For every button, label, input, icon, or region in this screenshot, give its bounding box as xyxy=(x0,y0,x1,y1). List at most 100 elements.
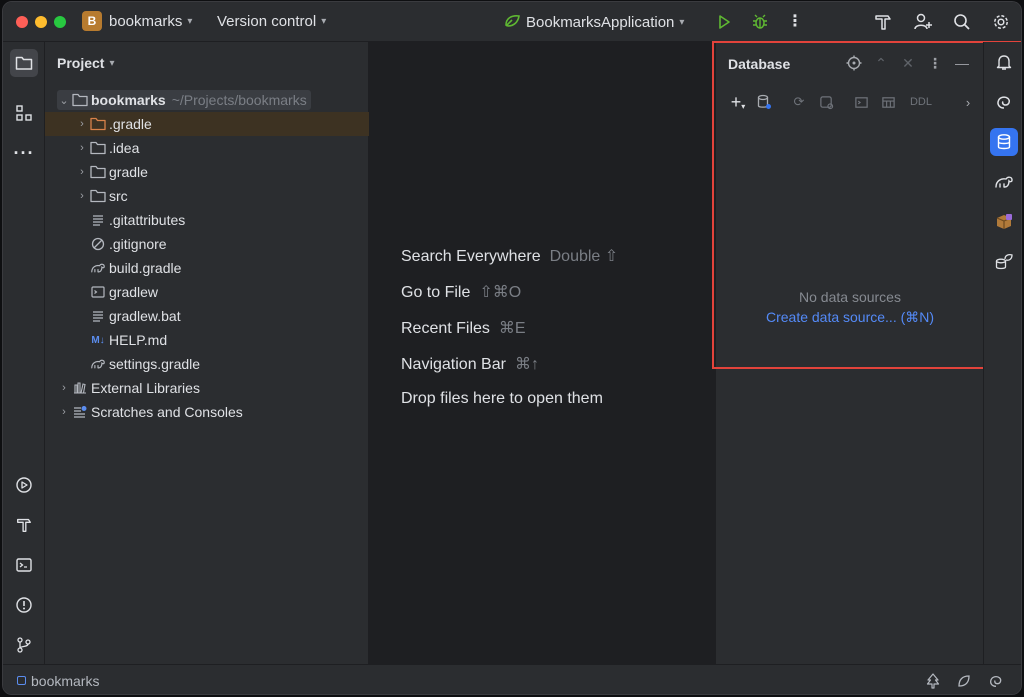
more-actions-button[interactable]: ⋮ xyxy=(784,11,806,33)
gradle-tool-button[interactable] xyxy=(990,168,1018,196)
chevron-right-icon[interactable]: › xyxy=(75,190,89,202)
tree-row-root[interactable]: ⌄ bookmarks ~/Projects/bookmarks xyxy=(45,88,369,112)
close-window-button[interactable] xyxy=(16,16,28,28)
more-tools-button[interactable]: ··· xyxy=(10,139,38,167)
tree-row[interactable]: .gitattributes xyxy=(45,208,369,232)
scratches-icon xyxy=(71,404,89,420)
tree-row-scratches[interactable]: › Scratches and Consoles xyxy=(45,400,369,424)
more-vertical-icon: ⋮ xyxy=(787,13,803,30)
chevron-right-icon[interactable]: › xyxy=(75,142,89,154)
toolbar-overflow-button[interactable]: › xyxy=(958,92,978,112)
editor-empty-area[interactable]: Search Everywhere Double ⇧ Go to File ⇧⌘O Re… xyxy=(369,42,715,664)
right-tool-strip xyxy=(983,42,1021,664)
inspection-status-button[interactable] xyxy=(956,673,972,689)
tree-row-external-libraries[interactable]: › External Libraries xyxy=(45,376,369,400)
collapse-all-button[interactable]: ✕ xyxy=(898,53,918,73)
database-panel: Database ⌃ ✕ ⋮ — + ▾ ⟳ DDL › No data sou… xyxy=(715,42,983,664)
search-everywhere-button[interactable] xyxy=(951,11,973,33)
tree-item-label: src xyxy=(109,188,128,204)
code-with-me-button[interactable] xyxy=(912,11,934,33)
hint-label: Drop files here to open them xyxy=(401,390,603,407)
git-status-button[interactable] xyxy=(925,673,941,689)
tree-row[interactable]: .gitignore xyxy=(45,232,369,256)
git-tool-button[interactable] xyxy=(10,631,38,659)
ai-spiral-icon xyxy=(997,96,1010,109)
project-tool-button[interactable] xyxy=(10,49,38,77)
tree-row[interactable]: › .idea xyxy=(45,136,369,160)
ai-spiral-icon xyxy=(990,675,1002,687)
chevron-right-icon[interactable]: › xyxy=(57,406,71,418)
ai-assistant-button[interactable] xyxy=(990,88,1018,116)
locate-button[interactable] xyxy=(844,53,864,73)
data-source-properties-button[interactable] xyxy=(754,92,774,112)
hide-panel-button[interactable]: — xyxy=(952,53,972,73)
search-icon xyxy=(954,14,970,30)
structure-tool-button[interactable] xyxy=(10,99,38,127)
project-panel: Project ▾ ⌄ bookmarks ~/Projects/bookmarks ›… xyxy=(45,42,369,664)
minimize-window-button[interactable] xyxy=(35,16,47,28)
project-name: bookmarks xyxy=(109,13,183,30)
play-icon xyxy=(719,15,730,29)
chevron-right-icon[interactable]: › xyxy=(75,118,89,130)
database-tool-button[interactable] xyxy=(990,128,1018,156)
dependencies-tool-button[interactable] xyxy=(990,208,1018,236)
spring-boot-icon xyxy=(505,15,520,27)
project-selector[interactable]: bookmarks ▾ xyxy=(109,13,192,30)
shield-icon xyxy=(958,675,970,687)
terminal-tool-button[interactable] xyxy=(10,551,38,579)
chevron-right-icon[interactable]: › xyxy=(57,382,71,394)
endpoints-tool-button[interactable] xyxy=(990,248,1018,276)
hint-label: Go to File xyxy=(401,284,471,301)
chevron-down-icon[interactable]: ⌄ xyxy=(57,94,71,107)
refresh-button[interactable]: ⟳ xyxy=(789,92,809,112)
debug-button[interactable] xyxy=(749,11,771,33)
expand-all-button[interactable]: ⌃ xyxy=(871,53,891,73)
services-tool-button[interactable] xyxy=(10,471,38,499)
left-tool-strip: ··· xyxy=(3,42,45,664)
notifications-button[interactable] xyxy=(990,48,1018,76)
chevron-down-icon: ▾ xyxy=(109,58,115,69)
tree-row[interactable]: › gradle xyxy=(45,160,369,184)
open-console-button[interactable] xyxy=(851,92,871,112)
build-tool-strip-button[interactable] xyxy=(10,511,38,539)
run-button[interactable] xyxy=(713,11,735,33)
ai-status-button[interactable] xyxy=(988,673,1004,689)
gear-icon xyxy=(994,15,1008,29)
tree-row[interactable]: gradlew xyxy=(45,280,369,304)
project-panel-title[interactable]: Project ▾ xyxy=(57,55,115,71)
tree-row[interactable]: settings.gradle xyxy=(45,352,369,376)
schema-icon xyxy=(819,95,833,109)
tree-row[interactable]: build.gradle xyxy=(45,256,369,280)
create-data-source-link[interactable]: Create data source... (⌘N) xyxy=(716,309,984,326)
status-bar: bookmarks xyxy=(3,664,1021,694)
minimize-icon: — xyxy=(955,55,969,71)
run-config-selector[interactable]: BookmarksApplication ▾ xyxy=(503,13,684,31)
zoom-window-button[interactable] xyxy=(54,16,66,28)
problems-tool-button[interactable] xyxy=(10,591,38,619)
tree-row[interactable]: › .gradle xyxy=(45,112,369,136)
build-tool-button[interactable] xyxy=(872,11,894,33)
settings-button[interactable] xyxy=(990,11,1012,33)
editor-hint: Go to File ⇧⌘O xyxy=(401,282,521,302)
no-data-sources-text: No data sources xyxy=(799,289,901,305)
gradle-file-icon xyxy=(89,260,107,276)
console-icon xyxy=(854,96,868,108)
package-icon xyxy=(996,214,1012,229)
tree-row[interactable]: › src xyxy=(45,184,369,208)
ignore-file-icon xyxy=(89,236,107,252)
ddl-button[interactable]: DDL xyxy=(908,92,934,112)
status-project-breadcrumb[interactable]: bookmarks xyxy=(31,673,99,689)
chevron-right-icon[interactable]: › xyxy=(75,166,89,178)
chevron-right-icon: › xyxy=(965,94,971,110)
new-data-source-button[interactable]: + ▾ xyxy=(728,92,748,112)
bell-icon xyxy=(996,55,1012,70)
folder-icon xyxy=(89,188,107,204)
tree-row[interactable]: M↓ HELP.md xyxy=(45,328,369,352)
tree-row[interactable]: gradlew.bat xyxy=(45,304,369,328)
table-view-button[interactable] xyxy=(878,92,898,112)
schema-filter-button[interactable] xyxy=(816,92,836,112)
editor-hint: Navigation Bar ⌘↑ xyxy=(401,354,539,374)
folder-icon xyxy=(89,116,107,132)
database-options-button[interactable]: ⋮ xyxy=(925,53,945,73)
vcs-selector[interactable]: Version control ▾ xyxy=(217,13,326,30)
